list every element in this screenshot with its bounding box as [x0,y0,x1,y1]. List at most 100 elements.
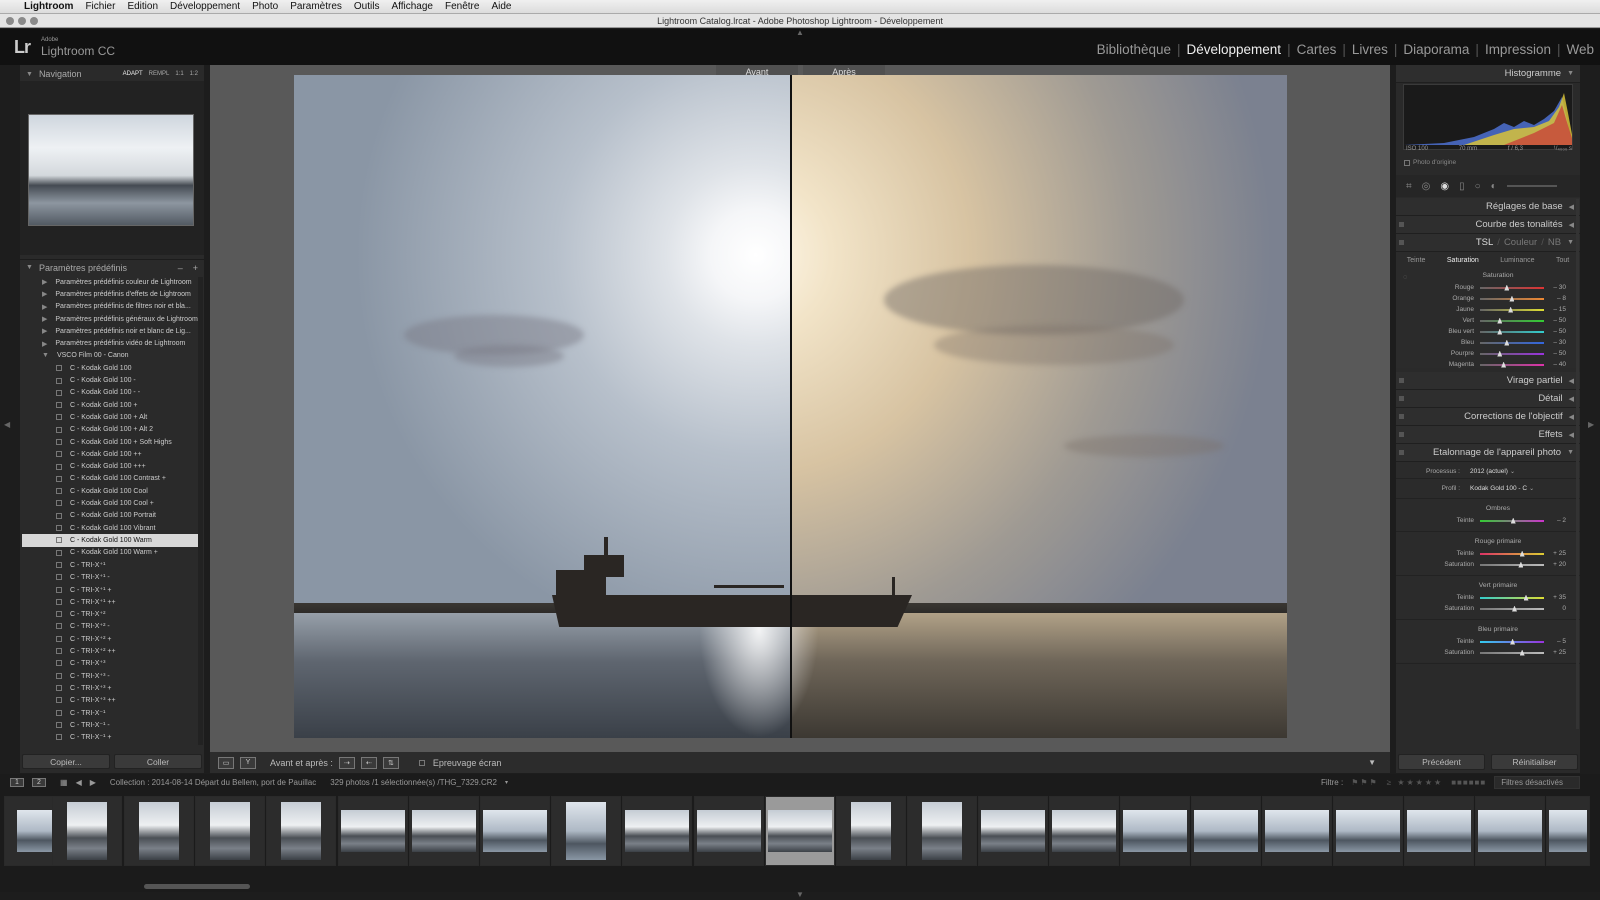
split-toning-panel-header[interactable]: Virage partiel ◀ [1396,372,1580,390]
menu-edition[interactable]: Edition [127,1,158,12]
softproof-checkbox[interactable] [418,759,425,766]
slider-knob[interactable] [1497,350,1503,357]
photo-before-after[interactable] [294,75,1287,738]
slider-track[interactable] [1480,594,1544,601]
preset-item[interactable]: C - Kodak Gold 100 Cool + [22,497,202,509]
toolbar-menu-icon[interactable]: ▼ [1368,758,1376,767]
slider-track[interactable] [1480,284,1544,291]
histogram-header[interactable]: Histogramme ▼ [1396,65,1580,83]
slider-track[interactable] [1480,350,1544,357]
basic-panel-header[interactable]: Réglages de base ◀ [1396,198,1580,216]
slider-value[interactable]: + 25 [1544,649,1568,656]
panel-switch-icon[interactable] [1399,396,1404,401]
filmstrip-thumbnail[interactable] [480,796,550,866]
filmstrip-thumbnail[interactable] [409,796,479,866]
hsl-tab-couleur[interactable]: Couleur [1504,237,1537,248]
preset-folder[interactable]: ▶ Paramètres prédéfinis vidéo de Lightroo… [22,337,202,349]
slider-knob[interactable] [1497,328,1503,335]
preset-item[interactable]: C - TRI-X⁺³ - [22,670,202,682]
right-panel-toggle-icon[interactable]: ▶ [1588,420,1594,429]
preset-item-selected[interactable]: C - Kodak Gold 100 Warm [22,534,202,547]
menu-developpement[interactable]: Développement [170,1,240,12]
slider-knob[interactable] [1523,594,1529,601]
grid-view-icon[interactable]: ▦ [60,778,68,787]
flag-filter-icons[interactable]: ⚑⚑⚑ [1351,778,1379,787]
menu-parametres[interactable]: Paramètres [290,1,342,12]
slider-value[interactable]: + 35 [1544,594,1568,601]
zoom-window-button[interactable] [30,17,38,25]
hsl-tab-nb[interactable]: NB [1548,237,1561,248]
preset-item[interactable]: C - Kodak Gold 100 + Soft Highs [22,436,202,448]
tone-curve-panel-header[interactable]: Courbe des tonalités ◀ [1396,216,1580,234]
chevron-down-icon[interactable]: ⌄ [1529,485,1534,492]
histogram-graph[interactable] [1403,84,1573,150]
preset-item[interactable]: C - Kodak Gold 100 + Alt 2 [22,424,202,436]
slider-knob[interactable] [1518,561,1524,568]
slider-knob[interactable] [1509,295,1515,302]
filter-dropdown[interactable]: Filtres désactivés [1494,775,1580,789]
preset-item[interactable]: C - TRI-X⁺¹ [22,559,202,571]
slider-knob[interactable] [1504,284,1510,291]
preset-item[interactable]: C - TRI-X⁺¹ + [22,583,202,595]
preset-item[interactable]: C - Kodak Gold 100 + Alt [22,411,202,423]
slider-track[interactable] [1480,328,1544,335]
slider-track[interactable] [1480,339,1544,346]
paste-settings-button[interactable]: Coller [114,754,202,769]
hsl-tab-tsl[interactable]: TSL [1476,237,1493,248]
left-panel-toggle-icon[interactable]: ◀ [4,420,10,429]
preset-item[interactable]: C - Kodak Gold 100 + [22,399,202,411]
red-eye-icon[interactable]: ◉ [1440,181,1449,192]
panel-switch-icon[interactable] [1399,222,1404,227]
preset-item[interactable]: C - TRI-X⁺¹ - [22,571,202,583]
filmstrip-toggle-icon[interactable]: ▼ [796,890,804,899]
remove-preset-button[interactable]: – [178,263,183,273]
navigator-thumbnail[interactable] [28,114,194,226]
preset-item[interactable]: C - TRI-X⁺¹ ++ [22,596,202,608]
filmstrip-thumbnail[interactable] [1404,796,1474,866]
slider-value[interactable]: – 8 [1544,295,1568,302]
slider-value[interactable]: 0 [1544,605,1568,612]
filmstrip-thumbnail-selected[interactable] [765,796,835,866]
preset-item[interactable]: C - TRI-X⁺² [22,608,202,620]
preset-item[interactable]: C - TRI-X⁻¹ - [22,719,202,731]
slider-track[interactable] [1480,638,1544,645]
filmstrip-thumbnail[interactable] [551,796,621,866]
filmstrip-thumbnail[interactable] [694,796,764,866]
original-photo-checkbox[interactable] [1404,159,1410,166]
radial-filter-icon[interactable]: ○ [1475,181,1481,192]
slider-track[interactable] [1480,561,1544,568]
preset-scrollbar[interactable] [198,277,203,745]
slider-value[interactable]: – 50 [1544,317,1568,324]
slider-track[interactable] [1480,517,1544,524]
hsl-subtab-luminance[interactable]: Luminance [1500,257,1534,264]
filmstrip-thumbnail[interactable] [836,796,906,866]
menu-outils[interactable]: Outils [354,1,380,12]
filmstrip-thumbnail[interactable] [1120,796,1190,866]
slider-value[interactable]: – 50 [1544,350,1568,357]
preset-item[interactable]: C - TRI-X⁺³ ++ [22,694,202,706]
graduated-filter-icon[interactable]: ▯ [1459,181,1465,192]
slider-knob[interactable] [1497,317,1503,324]
module-livres[interactable]: Livres [1352,42,1388,57]
top-panel-toggle-icon[interactable]: ▲ [796,28,804,37]
slider-value[interactable]: – 30 [1544,284,1568,291]
targeted-adjustment-icon[interactable]: ◌ [1403,274,1407,281]
preset-folder[interactable]: ▶ Paramètres prédéfinis couleur de Lightr… [22,276,202,288]
filmstrip-thumbnail[interactable] [1049,796,1119,866]
slider-knob[interactable] [1512,605,1517,612]
copy-before-to-after-icon[interactable]: ⇢ [338,756,355,769]
preset-item[interactable]: C - Kodak Gold 100 - [22,374,202,386]
menu-affichage[interactable]: Affichage [391,1,433,12]
effects-panel-header[interactable]: Effets ◀ [1396,426,1580,444]
slider-knob[interactable] [1501,361,1507,368]
module-impression[interactable]: Impression [1485,42,1551,57]
chevron-down-icon[interactable]: ⌄ [1510,468,1515,475]
preset-item[interactable]: C - Kodak Gold 100 Vibrant [22,522,202,534]
preset-item[interactable]: C - TRI-X⁻¹ + [22,731,202,743]
forward-arrow-icon[interactable]: ▶ [90,778,96,787]
hsl-panel-header[interactable]: TSL / Couleur / NB ▼ [1396,234,1580,252]
add-preset-button[interactable]: + [193,263,198,273]
calibration-panel-header[interactable]: Etalonnage de l'appareil photo ▼ [1396,444,1580,462]
preset-item[interactable]: C - TRI-X⁺² ++ [22,645,202,657]
slider-track[interactable] [1480,605,1544,612]
